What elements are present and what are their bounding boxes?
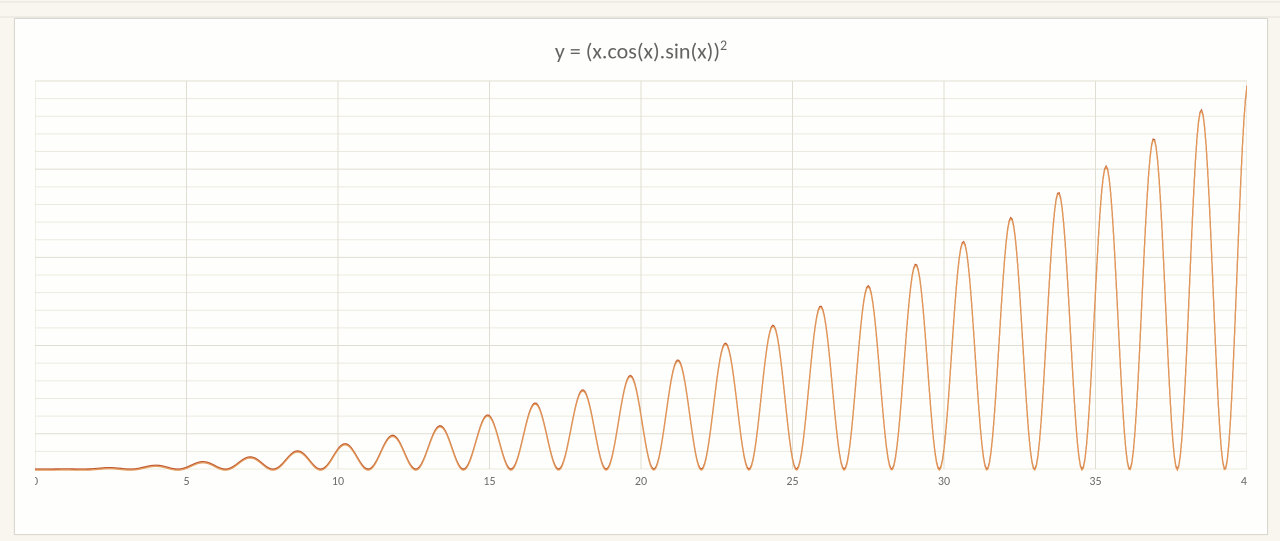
svg-text:10: 10 <box>332 475 344 489</box>
chart-title: y = (x.cos(x).sin(x))2 <box>15 37 1267 64</box>
chart-container[interactable]: y = (x.cos(x).sin(x))2 0 5 10 15 20 25 30 35 40 <box>14 18 1268 535</box>
svg-text:20: 20 <box>635 475 647 489</box>
svg-text:0: 0 <box>35 475 38 489</box>
plot-area: 0 5 10 15 20 25 30 35 40 <box>35 77 1247 497</box>
x-axis: 0 5 10 15 20 25 30 35 40 <box>35 475 1247 489</box>
chart-svg: 0 5 10 15 20 25 30 35 40 <box>35 77 1247 497</box>
svg-text:25: 25 <box>786 475 798 489</box>
svg-text:5: 5 <box>183 475 189 489</box>
svg-text:15: 15 <box>483 475 495 489</box>
spreadsheet-sheet: y = (x.cos(x).sin(x))2 0 5 10 15 20 25 30 35 40 <box>0 0 1280 541</box>
svg-text:40: 40 <box>1241 475 1247 489</box>
svg-text:30: 30 <box>938 475 950 489</box>
svg-text:35: 35 <box>1089 475 1101 489</box>
